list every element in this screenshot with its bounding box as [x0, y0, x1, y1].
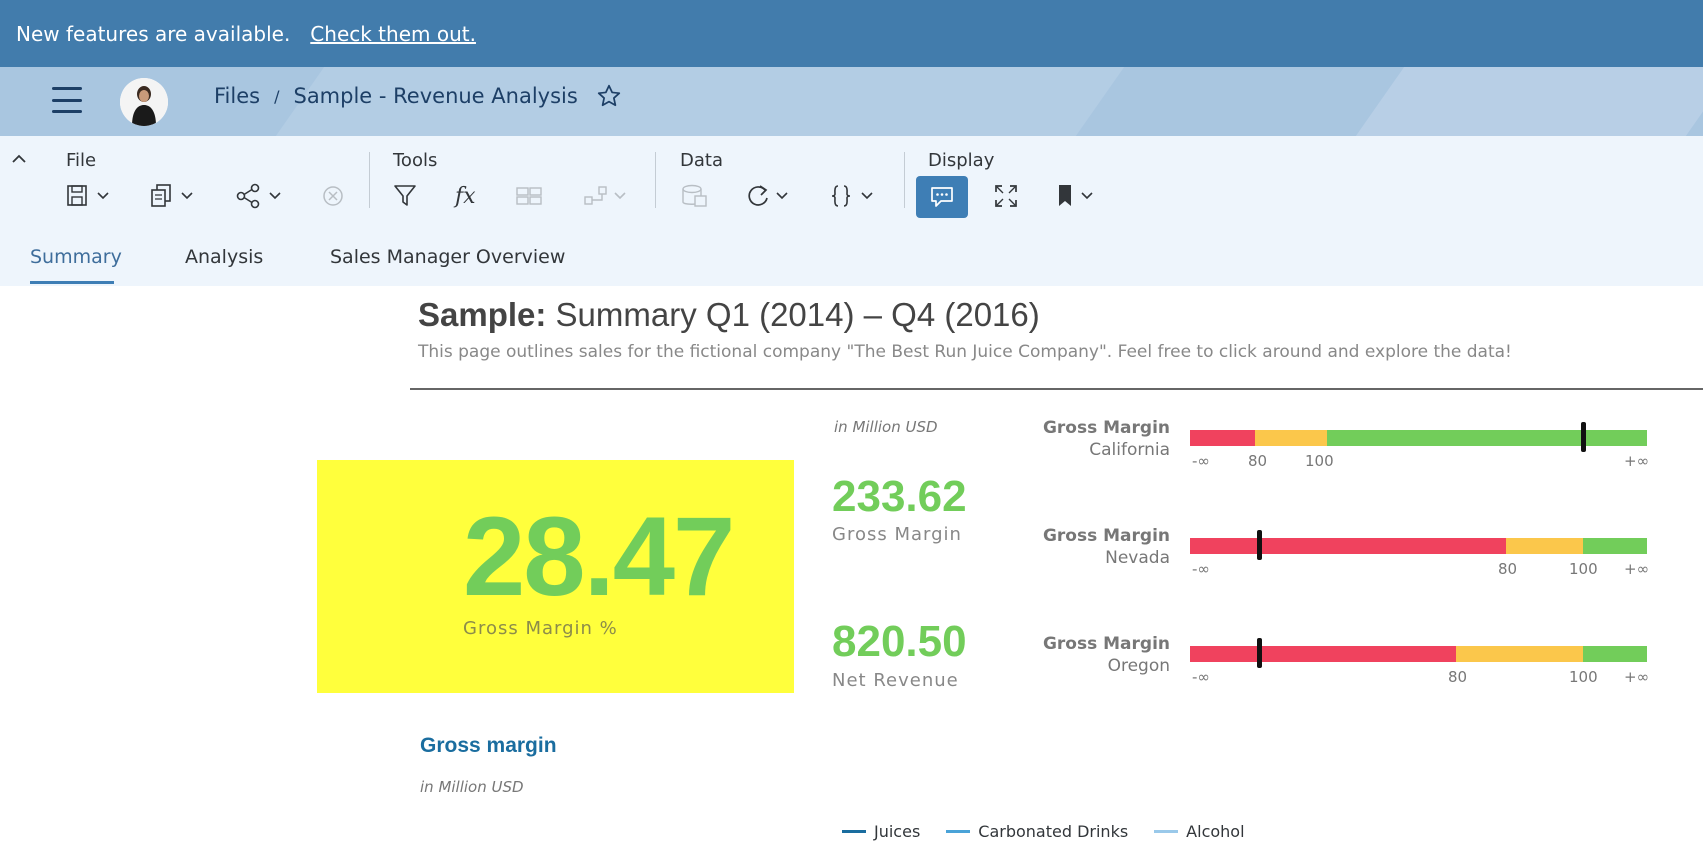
- gross-margin-percent-value: 28.47: [463, 494, 735, 619]
- legend-item[interactable]: Juices: [842, 822, 920, 841]
- group-data-label: Data: [680, 150, 723, 171]
- bullet-range-good: [1583, 538, 1647, 554]
- bullet-range-good: [1327, 430, 1647, 446]
- bullet-marker: [1256, 638, 1262, 668]
- legend-label: Juices: [874, 822, 921, 841]
- breadcrumb-current: Sample - Revenue Analysis: [293, 84, 578, 108]
- formula-icon[interactable]: fx: [455, 180, 476, 212]
- breadcrumb: Files / Sample - Revenue Analysis: [214, 83, 622, 109]
- comment-icon[interactable]: [916, 176, 968, 218]
- discard-icon: [320, 180, 346, 212]
- title-divider: [410, 388, 1703, 390]
- group-display-label: Display: [928, 150, 995, 171]
- bullet-tick: +∞: [1624, 452, 1650, 470]
- refresh-icon[interactable]: [745, 180, 795, 212]
- breadcrumb-files[interactable]: Files: [214, 84, 260, 108]
- net-revenue-label: Net Revenue: [832, 670, 959, 691]
- avatar[interactable]: [120, 78, 168, 126]
- toolbar: File Tools fx Data Display: [0, 136, 1703, 228]
- link-dimensions-icon: [583, 180, 633, 212]
- notification-bar: New features are available. Check them o…: [0, 0, 1703, 67]
- shell-bar: Files / Sample - Revenue Analysis: [0, 67, 1703, 136]
- bullet-region: Nevada: [1105, 548, 1170, 568]
- legend-item[interactable]: Carbonated Drinks: [946, 822, 1128, 841]
- bullet-tick: 100: [1569, 560, 1598, 578]
- bullet-tick: 80: [1248, 452, 1268, 470]
- legend-item[interactable]: Alcohol: [1154, 822, 1245, 841]
- bullet-marker: [1256, 530, 1262, 560]
- bullet-tick: -∞: [1192, 452, 1210, 470]
- gross-margin-chart-title: Gross margin: [420, 734, 557, 757]
- bullet-chart-oregon[interactable]: Gross Margin Oregon -∞ 80 100 +∞: [1040, 634, 1660, 694]
- bullet-tick: 80: [1498, 560, 1518, 578]
- bookmark-icon[interactable]: [1056, 180, 1100, 212]
- bullet-chart-nevada[interactable]: Gross Margin Nevada -∞ 80 100 +∞: [1040, 526, 1660, 586]
- bullet-range-warn: [1456, 646, 1583, 662]
- bullet-region: Oregon: [1107, 656, 1170, 676]
- bullet-title: Gross Margin: [1042, 526, 1170, 546]
- unit-label: in Million USD: [834, 418, 938, 436]
- gross-margin-label: Gross Margin: [832, 524, 962, 545]
- group-file-label: File: [66, 150, 97, 171]
- notification-text: New features are available.: [16, 21, 291, 46]
- bullet-tick: 80: [1448, 668, 1468, 686]
- active-tab-indicator: [30, 281, 114, 284]
- collapse-toolbar-icon[interactable]: [10, 150, 28, 168]
- script-icon[interactable]: [830, 180, 880, 212]
- bullet-title: Gross Margin: [1042, 418, 1170, 438]
- bullet-tick: +∞: [1624, 560, 1650, 578]
- tab-sales-manager-overview[interactable]: Sales Manager Overview: [330, 246, 565, 268]
- bullet-marker: [1581, 422, 1587, 452]
- chart-legend: Juices Carbonated Drinks Alcohol: [842, 822, 1271, 841]
- tab-analysis[interactable]: Analysis: [185, 246, 263, 268]
- save-icon[interactable]: [66, 180, 116, 212]
- page-subtitle: This page outlines sales for the fiction…: [418, 342, 1512, 362]
- bullet-title: Gross Margin: [1042, 634, 1170, 654]
- legend-swatch: [946, 830, 971, 833]
- menu-icon[interactable]: [52, 87, 82, 113]
- bullet-tick: 100: [1305, 452, 1334, 470]
- gross-margin-chart-unit: in Million USD: [420, 778, 524, 796]
- bullet-tick: -∞: [1192, 560, 1210, 578]
- bullet-range-bad: [1190, 646, 1456, 662]
- bullet-region: California: [1089, 440, 1170, 460]
- bullet-tick: -∞: [1192, 668, 1210, 686]
- bullet-range-warn: [1506, 538, 1583, 554]
- bullet-chart-california[interactable]: Gross Margin California -∞ 80 100 +∞: [1040, 418, 1660, 478]
- filter-icon[interactable]: [393, 180, 419, 212]
- legend-label: Alcohol: [1186, 822, 1245, 841]
- tab-summary[interactable]: Summary: [30, 246, 122, 268]
- net-revenue-value[interactable]: 820.50: [832, 617, 967, 667]
- bullet-range-bad: [1190, 430, 1255, 446]
- page-tabs: Summary Analysis Sales Manager Overview: [0, 228, 1703, 286]
- legend-swatch: [1154, 830, 1179, 833]
- check-features-link[interactable]: Check them out.: [310, 22, 476, 46]
- bullet-range-bad: [1190, 538, 1506, 554]
- gross-margin-value[interactable]: 233.62: [832, 472, 967, 522]
- favorite-star-icon[interactable]: [596, 83, 622, 109]
- page-title: Sample: Summary Q1 (2014) – Q4 (2016): [418, 296, 1040, 333]
- bullet-range-good: [1583, 646, 1647, 662]
- fullscreen-icon[interactable]: [993, 180, 1019, 212]
- breadcrumb-separator: /: [274, 86, 280, 106]
- input-control-icon: [515, 180, 545, 212]
- bullet-tick: 100: [1569, 668, 1598, 686]
- bullet-bar: [1190, 430, 1647, 446]
- legend-swatch: [842, 830, 866, 833]
- share-icon[interactable]: [236, 180, 286, 212]
- copy-icon[interactable]: [150, 180, 200, 212]
- bullet-tick: +∞: [1624, 668, 1650, 686]
- legend-label: Carbonated Drinks: [978, 822, 1129, 841]
- gross-margin-percent-tile[interactable]: 28.47 Gross Margin %: [317, 460, 794, 693]
- data-source-icon: [680, 180, 710, 212]
- bullet-range-warn: [1255, 430, 1327, 446]
- group-tools-label: Tools: [393, 150, 438, 171]
- gross-margin-percent-label: Gross Margin %: [463, 618, 618, 639]
